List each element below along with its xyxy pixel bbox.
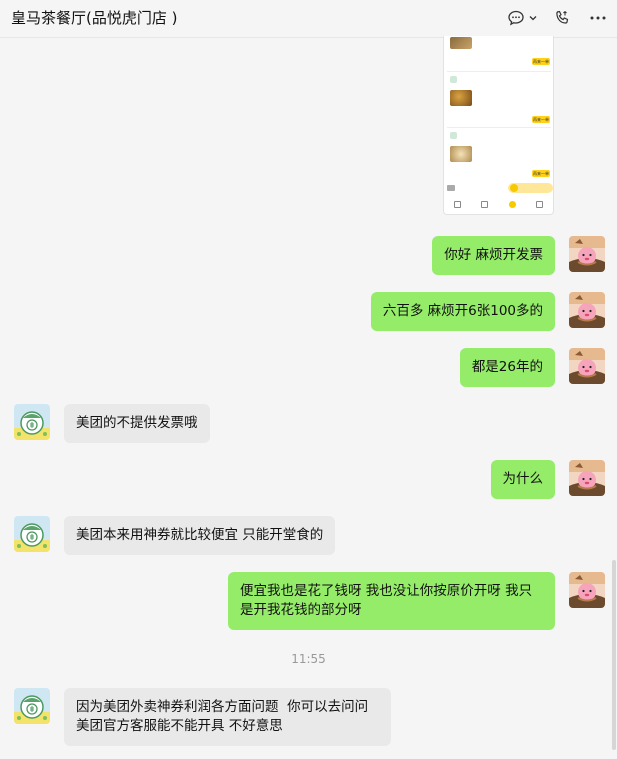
order-screenshot-image[interactable]: 再来一单 再来一单 再来一单 <box>443 36 554 215</box>
reorder-button[interactable]: 再来一单 <box>532 116 550 123</box>
reorder-button[interactable]: 再来一单 <box>532 170 550 177</box>
shop-icon <box>450 76 457 83</box>
nav-order-icon[interactable] <box>481 200 489 208</box>
order-card: 再来一单 <box>447 71 551 126</box>
message-bubble-received[interactable]: 美团的不提供发票哦 <box>64 404 210 443</box>
chat-bubble-icon[interactable] <box>505 7 527 29</box>
nav-member-icon[interactable] <box>508 200 516 208</box>
chat-title: 皇马茶餐厅(品悦虎门店 ) <box>11 9 178 27</box>
my-avatar[interactable] <box>569 460 605 496</box>
bottom-nav <box>444 196 553 212</box>
merchant-avatar[interactable] <box>14 688 50 724</box>
merchant-avatar[interactable] <box>14 516 50 552</box>
food-thumbnail <box>450 37 472 49</box>
merchant-avatar[interactable] <box>14 404 50 440</box>
reorder-button[interactable]: 再来一单 <box>532 58 550 65</box>
my-avatar[interactable] <box>569 236 605 272</box>
message-bubble-sent[interactable]: 为什么 <box>490 460 555 499</box>
order-card: 再来一单 <box>447 36 551 69</box>
message-bubble-received[interactable]: 因为美团外卖神券利润各方面问题 你可以去问问 美团官方客服能不能开具 不好意思 <box>64 688 391 746</box>
order-card: 再来一单 <box>447 127 551 182</box>
message-bubble-sent[interactable]: 六百多 麻烦开6张100多的 <box>370 292 555 331</box>
my-avatar[interactable] <box>569 292 605 328</box>
scrollbar[interactable] <box>612 40 616 753</box>
chevron-down-icon[interactable] <box>526 7 540 29</box>
nav-profile-icon[interactable] <box>535 200 543 208</box>
message-bubble-sent[interactable]: 便宜我也是花了钱呀 我也没让你按原价开呀 我只 是开我花钱的部分呀 <box>228 572 555 630</box>
food-thumbnail <box>450 90 472 106</box>
shop-icon <box>450 132 457 139</box>
message-timestamp: 11:55 <box>291 652 326 666</box>
food-thumbnail <box>450 146 472 162</box>
promo-bar <box>447 183 553 193</box>
message-bubble-sent[interactable]: 都是26年的 <box>459 348 555 387</box>
my-avatar[interactable] <box>569 348 605 384</box>
phone-icon[interactable] <box>551 7 573 29</box>
message-bubble-sent[interactable]: 你好 麻烦开发票 <box>432 236 555 275</box>
nav-home-icon[interactable] <box>454 200 462 208</box>
my-avatar[interactable] <box>569 572 605 608</box>
chat-header: 皇马茶餐厅(品悦虎门店 ) <box>0 0 617 38</box>
more-icon[interactable] <box>587 7 609 29</box>
message-bubble-received[interactable]: 美团本来用神券就比较便宜 只能开堂食的 <box>64 516 336 555</box>
